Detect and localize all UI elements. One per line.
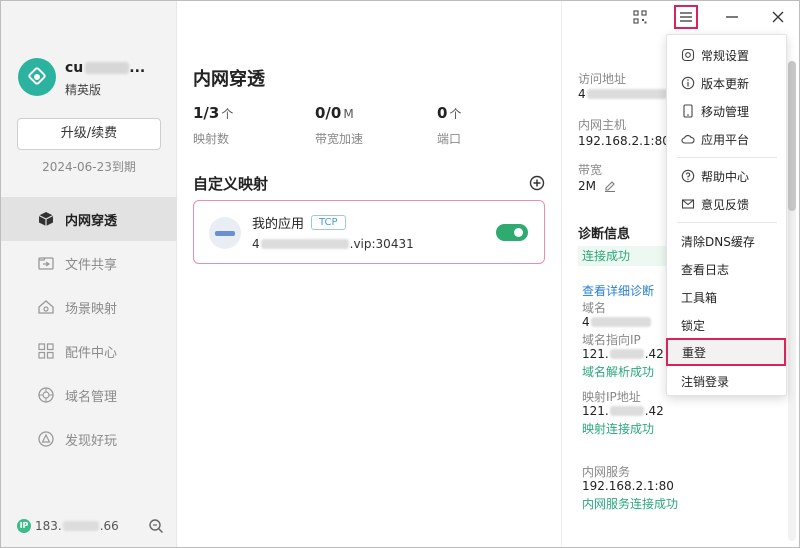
sidebar-item-label: 配件中心: [65, 345, 118, 361]
mapping-card[interactable]: 我的应用 TCP 4 .vip:30431: [193, 200, 545, 264]
map-connect-status: 映射连接成功: [582, 422, 655, 436]
domain-resolve-status: 域名解析成功: [582, 365, 655, 379]
redacted-text: [609, 349, 644, 359]
bandwidth-label: 带宽: [578, 163, 603, 177]
domain-ip-label: 域名指向IP: [582, 333, 641, 347]
redacted-text: [586, 89, 667, 99]
qr-code-icon: [633, 10, 647, 24]
hamburger-icon: [680, 12, 692, 22]
section-title: 自定义映射: [193, 175, 269, 193]
map-ip-value: 121. .42: [582, 404, 664, 418]
service-label: 内网服务: [582, 465, 631, 479]
ip-icon: IP: [17, 519, 31, 533]
edition-label: 精英版: [65, 83, 102, 97]
scrollbar[interactable]: [788, 61, 796, 541]
sidebar-item-label: 场景映射: [65, 301, 118, 317]
help-icon: [681, 169, 695, 183]
host-value: 192.168.2.1:80: [578, 134, 670, 148]
sidebar-item-label: 发现好玩: [65, 433, 118, 449]
app-icon: [209, 217, 241, 249]
map-ip-label: 映射IP地址: [582, 390, 641, 404]
redacted-text: [260, 239, 349, 249]
domain-label: 域名: [582, 301, 607, 315]
phone-icon: [681, 104, 695, 118]
page-title: 内网穿透: [193, 69, 265, 90]
mapping-name: 我的应用 TCP: [252, 213, 346, 232]
username: cu...: [65, 60, 146, 76]
menu-item-logs[interactable]: 查看日志: [667, 255, 786, 283]
expire-date: 2024-06-23到期: [42, 160, 136, 174]
access-label: 访问地址: [578, 72, 627, 86]
sidebar-item-accessories[interactable]: 配件中心: [1, 329, 177, 373]
access-value: 4: [578, 87, 668, 101]
sidebar-item-intranet[interactable]: 内网穿透: [1, 197, 177, 241]
menu-item-feedback[interactable]: 意见反馈: [667, 190, 786, 218]
home-icon: [37, 298, 55, 316]
main-menu-dropdown: 常规设置 版本更新 移动管理 应用平台 帮助中心 意见反馈 清除DNS缓存 查看…: [666, 34, 787, 396]
menu-item-relogin[interactable]: 重登: [666, 338, 786, 366]
triangle-icon: [37, 430, 55, 448]
globe-icon: [37, 386, 55, 404]
sidebar-item-discover[interactable]: 发现好玩: [1, 417, 177, 461]
mapping-toggle[interactable]: [496, 224, 528, 241]
diagnostic-title: 诊断信息: [578, 227, 631, 242]
sidebar-item-label: 内网穿透: [65, 213, 118, 229]
sidebar-item-label: 文件共享: [65, 257, 118, 273]
bandwidth-value: 2M: [578, 179, 616, 193]
cube-icon: [37, 210, 55, 228]
gear-icon: [681, 48, 695, 62]
menu-item-help[interactable]: 帮助中心: [667, 162, 786, 190]
qr-code-button[interactable]: [628, 5, 652, 29]
minimize-icon: [726, 16, 738, 18]
close-icon: [772, 11, 784, 23]
menu-item-logout[interactable]: 注销登录: [667, 367, 786, 395]
menu-item-settings[interactable]: 常规设置: [667, 41, 786, 69]
folder-share-icon: [37, 254, 55, 272]
protocol-tag: TCP: [311, 215, 346, 230]
stat-bandwidth: 0/0 M 带宽加速: [315, 104, 364, 146]
menu-item-clear-dns[interactable]: 清除DNS缓存: [667, 227, 786, 255]
service-value: 192.168.2.1:80: [582, 479, 674, 493]
domain-value: 4: [582, 315, 652, 329]
mail-icon: [681, 197, 695, 211]
redacted-text: [609, 406, 644, 416]
avatar[interactable]: [18, 58, 56, 96]
sidebar-item-label: 域名管理: [65, 389, 118, 405]
stat-ports: 0个 端口: [437, 104, 462, 146]
sidebar-item-file-share[interactable]: 文件共享: [1, 241, 177, 285]
search-zoom-icon[interactable]: [148, 518, 164, 534]
host-label: 内网主机: [578, 118, 627, 132]
cloud-icon: [681, 132, 695, 146]
redacted-text: [85, 62, 130, 74]
sidebar: cu... 精英版 升级/续费 2024-06-23到期 内网穿透 文件共享 场…: [1, 1, 177, 547]
menu-item-toolbox[interactable]: 工具箱: [667, 283, 786, 311]
diagnostic-link[interactable]: 查看详细诊断: [582, 282, 654, 299]
app-window: cu... 精英版 升级/续费 2024-06-23到期 内网穿透 文件共享 场…: [0, 0, 800, 548]
sidebar-item-scene-map[interactable]: 场景映射: [1, 285, 177, 329]
service-status: 内网服务连接成功: [582, 497, 679, 511]
sidebar-nav: 内网穿透 文件共享 场景映射 配件中心 域名管理 发现好玩: [1, 197, 177, 461]
domain-ip-value: 121. .42: [582, 347, 664, 361]
menu-item-update[interactable]: 版本更新: [667, 69, 786, 97]
info-icon: [681, 76, 695, 90]
sidebar-item-domain[interactable]: 域名管理: [1, 373, 177, 417]
mapping-address: 4 .vip:30431: [252, 237, 414, 251]
edit-icon[interactable]: [604, 180, 616, 192]
menu-item-platform[interactable]: 应用平台: [667, 125, 786, 153]
close-button[interactable]: [766, 5, 790, 29]
minimize-button[interactable]: [720, 5, 744, 29]
menu-button[interactable]: [674, 5, 698, 29]
redacted-text: [62, 521, 99, 531]
menu-item-mobile[interactable]: 移动管理: [667, 97, 786, 125]
public-ip: IP 183. .66: [17, 519, 119, 533]
main-content: 内网穿透 1/3 个 映射数 0/0 M 带宽加速 0个 端口 自定义映射 我的应用…: [177, 1, 561, 547]
add-mapping-icon[interactable]: [529, 175, 545, 191]
grid-icon: [37, 342, 55, 360]
stat-mappings: 1/3 个 映射数: [193, 104, 234, 146]
menu-item-lock[interactable]: 锁定: [667, 311, 786, 339]
redacted-text: [590, 317, 651, 327]
upgrade-button[interactable]: 升级/续费: [17, 118, 161, 150]
